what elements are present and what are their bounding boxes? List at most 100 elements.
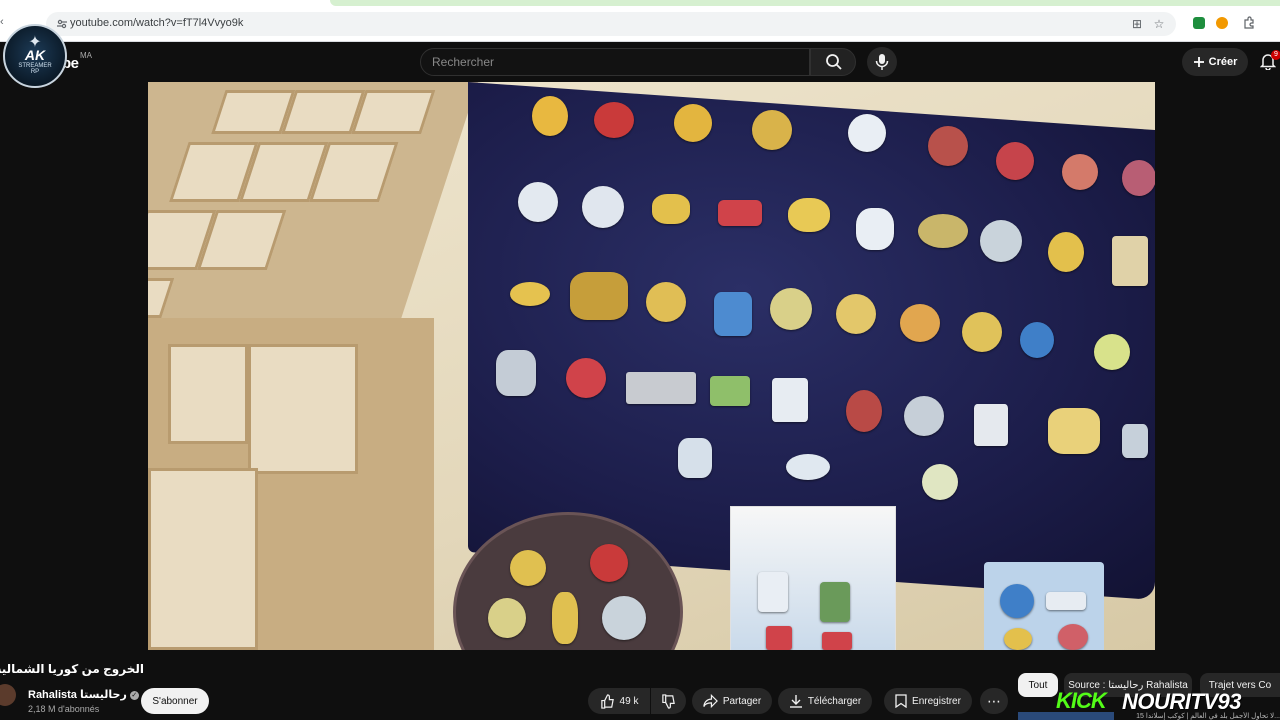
search-input[interactable]: Rechercher [420,48,810,76]
youtube-masthead: be MA Rechercher Créer 9 [0,42,1280,82]
pin-badge [710,376,750,406]
extension-green-icon[interactable] [1192,16,1206,30]
search-button[interactable] [810,48,856,76]
pin-badge [1048,408,1100,454]
save-label: Enregistrer [912,695,961,707]
create-label: Créer [1208,56,1238,68]
pin-badge [496,350,536,396]
download-button[interactable]: Télécharger [778,688,872,714]
pin-badge [1048,232,1084,272]
microphone-icon [875,54,889,70]
url-text[interactable]: youtube.com/watch?v=fT7l4Vvyo9k [70,17,243,29]
pin-badge [996,142,1034,180]
pin-badge [510,282,550,306]
extension-orange-icon[interactable] [1215,16,1229,30]
pin-badge [518,182,558,222]
pin-badge [652,194,690,224]
site-settings-icon[interactable] [56,18,68,30]
country-code: MA [80,51,92,60]
pin-badge [772,378,808,422]
voice-search-button[interactable] [867,47,897,77]
video-shelf-lower [148,318,434,650]
address-bar[interactable]: youtube.com/watch?v=fT7l4Vvyo9k ⊞ ☆ [46,12,1176,36]
pin-badge [714,292,752,336]
subscribe-button[interactable]: S'abonner [141,688,209,714]
pin-badge [928,126,968,166]
back-icon[interactable]: ‹ [0,16,4,28]
streamer-handle-overlay: NOURITV93 [1122,689,1241,714]
like-button[interactable]: 49 k [588,688,650,714]
dislike-button[interactable] [651,688,686,714]
pin-badge [822,632,852,650]
pin-badge [1062,154,1098,190]
pin-badge [962,312,1002,352]
pin-badge [590,544,628,582]
pin-badge [594,102,634,138]
pin-badge [718,200,762,226]
pin-badge [974,404,1008,446]
pin-badge [1004,628,1032,650]
pin-badge [1020,322,1054,358]
pin-badge [532,96,568,136]
pin-badge [904,396,944,436]
thumbs-down-icon [662,693,675,709]
share-icon [703,694,718,708]
pin-badge [922,464,958,500]
pin-badge [678,438,712,478]
pin-badge [488,598,526,638]
verified-icon: ✓ [129,690,139,700]
video-pin-bag [730,506,896,650]
pin-badge [566,358,606,398]
pin-badge [510,550,546,586]
share-label: Partager [722,695,762,707]
pin-badge [1112,236,1148,286]
pin-badge [582,186,624,228]
video-title: الخروج من كوريا الشمالية !! KP [0,662,144,676]
pin-badge [1094,334,1130,370]
pin-badge [820,582,850,622]
search-icon [826,54,842,70]
pin-badge [674,104,712,142]
pin-badge [1046,592,1086,610]
page-load-indicator [330,0,1280,6]
download-label: Télécharger [807,695,862,707]
pin-badge [786,454,830,480]
more-horizontal-icon: ⋯ [987,693,1001,709]
extensions-puzzle-icon[interactable] [1242,16,1256,30]
search-placeholder: Rechercher [432,55,495,69]
channel-avatar[interactable] [0,684,16,706]
pin-badge [836,294,876,334]
kick-logo-overlay: KICK [1056,688,1107,713]
pin-badge [552,592,578,644]
subscriber-count: 2,18 M d'abonnés [28,704,100,714]
bookmark-star-icon[interactable]: ☆ [1152,17,1166,31]
pin-badge [770,288,812,330]
video-player[interactable] [148,82,1155,650]
browser-toolbar: ‹ youtube.com/watch?v=fT7l4Vvyo9k ⊞ ☆ [0,0,1280,42]
notifications-button[interactable]: 9 [1260,50,1280,72]
pin-badge [1122,424,1148,458]
thumbs-up-icon [600,693,614,709]
pin-badge [758,572,788,612]
pin-badge [1122,160,1155,196]
pin-badge [602,596,646,640]
pin-badge [846,390,882,432]
share-button[interactable]: Partager [692,688,772,714]
pin-badge [918,214,968,248]
pin-badge [1058,624,1088,650]
save-button[interactable]: Enregistrer [884,688,972,714]
filter-chip-all[interactable]: Tout [1018,673,1058,697]
pin-badge [570,272,628,320]
pin-badge [900,304,940,342]
pin-badge [848,114,886,152]
pin-badge [752,110,792,150]
plus-icon [1193,57,1204,67]
install-app-icon[interactable]: ⊞ [1130,17,1144,31]
create-button[interactable]: Créer [1182,48,1248,76]
eagle-icon: ✦ [28,34,42,51]
pin-badge [856,208,894,250]
channel-name[interactable]: Rahalista رحاليستا ✓ [28,688,139,701]
more-actions-button[interactable]: ⋯ [980,688,1008,714]
notification-badge: 9 [1271,50,1280,60]
save-playlist-icon [895,694,907,708]
